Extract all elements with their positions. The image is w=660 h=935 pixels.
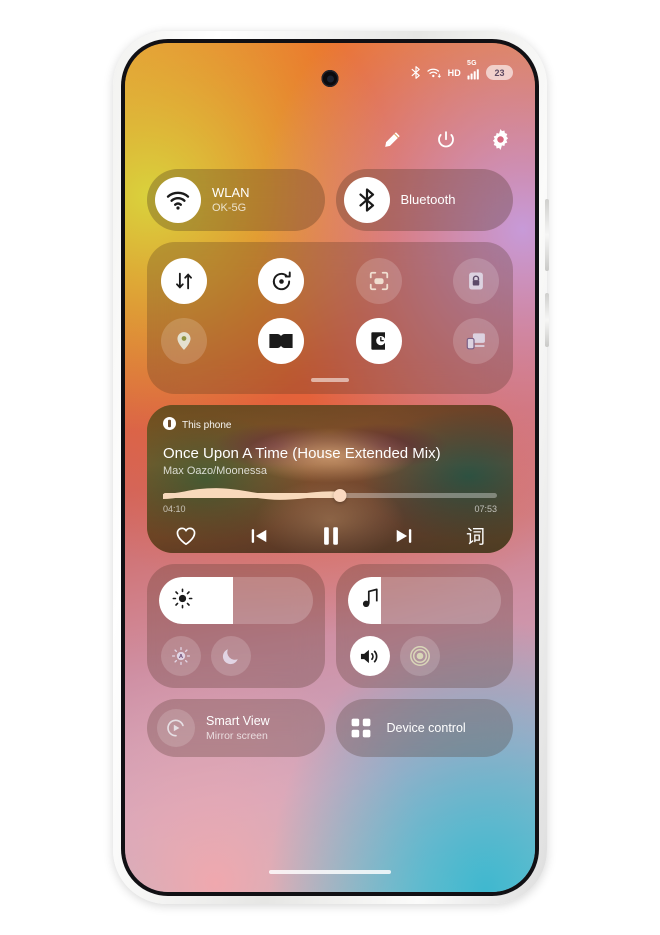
bluetooth-text: Bluetooth xyxy=(401,193,456,208)
media-controls: 词 xyxy=(163,514,497,549)
wlan-title: WLAN xyxy=(212,185,250,200)
signal-bars-icon: 5G xyxy=(467,60,480,80)
device-phone-icon xyxy=(163,417,176,433)
toggle-grid-row-2 xyxy=(161,318,499,364)
device-control-button[interactable]: Device control xyxy=(335,699,513,757)
volume-sub-row xyxy=(348,636,502,676)
previous-track-icon[interactable] xyxy=(249,526,269,546)
toggle-grid xyxy=(147,242,513,394)
brightness-icon xyxy=(172,588,193,614)
pencil-icon[interactable] xyxy=(383,130,402,154)
sound-mode-button[interactable] xyxy=(349,636,390,676)
media-output-label: This phone xyxy=(182,419,232,431)
power-side-button[interactable] xyxy=(545,293,549,347)
phone-bezel: HD 5G 23 WLAN OK-5G Bluetooth This phone… xyxy=(121,39,539,896)
heart-icon[interactable] xyxy=(175,526,197,546)
hd-call-label: HD xyxy=(447,67,461,78)
media-output-selector[interactable]: This phone xyxy=(163,417,497,433)
brightness-card: A xyxy=(147,564,325,688)
battery-indicator: 23 xyxy=(486,65,513,80)
track-artist: Max Oazo/Moonessa xyxy=(163,465,267,477)
music-note-icon xyxy=(361,588,380,614)
battery-level-label: 23 xyxy=(494,67,505,78)
duration-time: 07:53 xyxy=(474,504,497,514)
wlan-text: WLAN OK-5G xyxy=(212,186,250,215)
smart-view-button[interactable]: Smart View Mirror screen xyxy=(147,699,325,757)
toggle-location[interactable] xyxy=(161,318,207,364)
progress-knob[interactable] xyxy=(333,489,347,502)
brightness-fill xyxy=(159,577,233,624)
track-title: Once Upon A Time (House Extended Mix) xyxy=(163,445,441,462)
next-track-icon[interactable] xyxy=(394,526,414,546)
grid-dots-icon xyxy=(346,709,376,747)
front-camera-punchhole xyxy=(321,70,339,87)
vibration-button[interactable] xyxy=(399,636,440,676)
panel-drag-handle[interactable] xyxy=(311,378,349,382)
bluetooth-toggle[interactable]: Bluetooth xyxy=(335,169,513,231)
lyrics-button[interactable]: 词 xyxy=(466,522,485,549)
device-control-title: Device control xyxy=(386,720,466,735)
auto-brightness-button[interactable]: A xyxy=(161,636,201,676)
toggle-dolby-atmos[interactable] xyxy=(258,318,305,364)
smart-view-text: Smart View Mirror screen xyxy=(206,714,270,742)
connectivity-row: WLAN OK-5G Bluetooth xyxy=(147,169,513,231)
phone-screen: HD 5G 23 WLAN OK-5G Bluetooth This phone… xyxy=(125,43,535,892)
header-actions xyxy=(383,129,511,155)
toggle-reading-mode[interactable] xyxy=(355,318,402,364)
toggle-auto-sync[interactable] xyxy=(258,258,305,304)
power-icon[interactable] xyxy=(436,130,456,155)
wlan-toggle[interactable]: WLAN OK-5G xyxy=(147,169,325,231)
quick-settings-panel: WLAN OK-5G Bluetooth This phone Once Upo… xyxy=(147,169,513,757)
toggle-rotation-lock[interactable] xyxy=(452,258,499,304)
toggle-screen-cast[interactable] xyxy=(452,318,499,364)
home-indicator[interactable] xyxy=(269,870,391,874)
smart-view-subtitle: Mirror screen xyxy=(206,729,268,742)
gear-icon[interactable] xyxy=(490,129,511,155)
bottom-pills-row: Smart View Mirror screen Device control xyxy=(147,699,513,757)
smart-view-title: Smart View xyxy=(206,713,270,728)
media-player-content: This phone Once Upon A Time (House Exten… xyxy=(147,405,513,549)
bluetooth-icon xyxy=(411,66,421,79)
wlan-subtitle: OK-5G xyxy=(212,201,247,214)
bluetooth-icon xyxy=(343,177,390,223)
media-time-row: 04:10 07:53 xyxy=(163,504,497,514)
wifi-icon xyxy=(426,66,442,79)
wifi-icon xyxy=(155,177,201,223)
sliders-row: A xyxy=(147,564,513,688)
device-control-text: Device control xyxy=(387,721,466,736)
cast-play-icon xyxy=(157,709,195,747)
media-player-card: This phone Once Upon A Time (House Exten… xyxy=(147,405,513,553)
volume-card xyxy=(335,564,513,688)
elapsed-time: 04:10 xyxy=(163,504,186,514)
toggle-scan[interactable] xyxy=(355,258,402,304)
pause-icon[interactable] xyxy=(321,525,341,547)
status-bar: HD 5G 23 xyxy=(411,60,513,80)
bluetooth-title: Bluetooth xyxy=(400,192,456,207)
progress-waveform xyxy=(163,488,341,502)
media-progress-slider[interactable] xyxy=(163,488,497,502)
network-type-label: 5G xyxy=(467,60,477,67)
toggle-grid-row-1 xyxy=(161,258,499,304)
dark-mode-button[interactable] xyxy=(211,636,251,676)
phone-device-frame: HD 5G 23 WLAN OK-5G Bluetooth This phone… xyxy=(113,31,549,904)
volume-rocker-button[interactable] xyxy=(545,199,549,271)
volume-slider[interactable] xyxy=(347,577,501,624)
brightness-sub-row: A xyxy=(159,636,313,676)
toggle-mobile-data[interactable] xyxy=(161,258,207,304)
brightness-slider[interactable] xyxy=(159,577,313,624)
